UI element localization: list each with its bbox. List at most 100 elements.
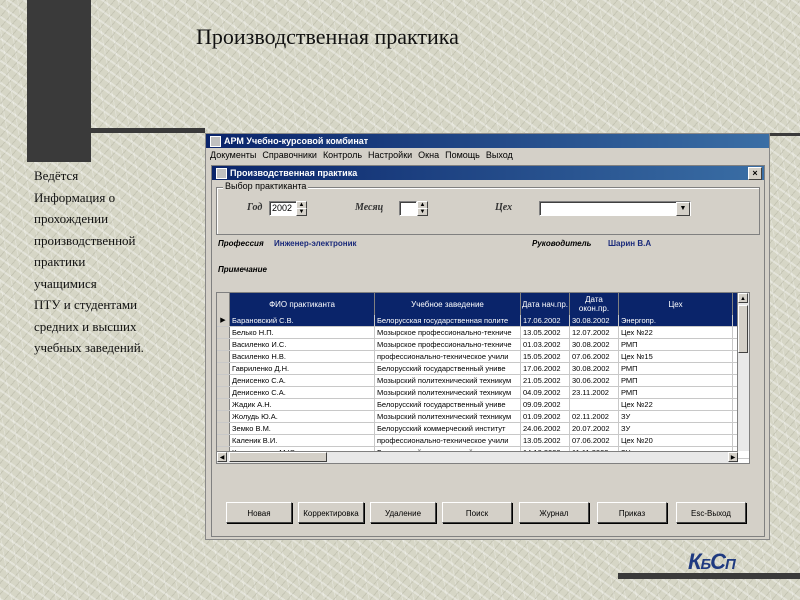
- side-line: Информация о: [34, 189, 116, 205]
- profession-value: Инженер-электроник: [274, 239, 357, 248]
- cell-end-date: 20.07.2002: [570, 423, 619, 434]
- cell-end-date: [570, 399, 619, 410]
- menu-control[interactable]: Контроль: [323, 150, 362, 160]
- group-label: Выбор практиканта: [223, 181, 309, 191]
- cell-name: Гавриленко Д.Н.: [230, 363, 375, 374]
- row-indicator[interactable]: [217, 327, 230, 338]
- delete-button[interactable]: Удаление: [370, 502, 436, 523]
- side-line: производственной: [34, 232, 136, 248]
- side-line: практики: [34, 254, 86, 269]
- table-row[interactable]: Василенко Н.В. профессионально-техническо…: [217, 351, 749, 363]
- menu-settings[interactable]: Настройки: [368, 150, 412, 160]
- table-row[interactable]: Василенко И.С. Мозырское профессионально-…: [217, 339, 749, 351]
- chevron-down-icon[interactable]: ▼: [676, 202, 690, 216]
- table-row[interactable]: Жолудь Ю.А. Мозырский политехнический тех…: [217, 411, 749, 423]
- slide-title: Производственная практика: [196, 24, 459, 49]
- cell-institution: Мозырский политехнический техникум: [375, 411, 521, 422]
- cell-end-date: 30.08.2002: [570, 315, 619, 326]
- dark-side-bar: [768, 133, 800, 136]
- side-line: Ведётся: [34, 168, 79, 183]
- cell-shop: РМП: [619, 363, 733, 374]
- side-description: Ведётся Информация о прохождении произво…: [34, 165, 184, 359]
- dark-vertical-bar: [27, 0, 91, 162]
- cell-name: Денисенко С.А.: [230, 375, 375, 386]
- menu-exit[interactable]: Выход: [486, 150, 513, 160]
- cell-shop: РМП: [619, 339, 733, 350]
- scroll-left-button[interactable]: ◀: [217, 452, 227, 462]
- row-indicator[interactable]: [217, 339, 230, 350]
- note-label: Примечание: [218, 265, 267, 274]
- cell-end-date: 30.06.2002: [570, 375, 619, 386]
- column-header-end-date[interactable]: Дата окон.пр.: [570, 293, 619, 315]
- cell-start-date: 01.09.2002: [521, 411, 570, 422]
- order-button[interactable]: Приказ: [597, 502, 667, 523]
- edit-button[interactable]: Корректировка: [298, 502, 364, 523]
- app-title: АРМ Учебно-курсовой комбинат: [224, 136, 369, 146]
- journal-button[interactable]: Журнал: [519, 502, 589, 523]
- new-button[interactable]: Новая: [226, 502, 292, 523]
- table-row[interactable]: Каленик В.И. профессионально-техническое …: [217, 435, 749, 447]
- row-indicator[interactable]: [217, 399, 230, 410]
- column-header-start-date[interactable]: Дата нач.пр.: [521, 293, 570, 315]
- menu-documents[interactable]: Документы: [210, 150, 256, 160]
- app-titlebar[interactable]: АРМ Учебно-курсовой комбинат: [206, 134, 769, 148]
- menu-help[interactable]: Помощь: [445, 150, 480, 160]
- scroll-right-button[interactable]: ▶: [728, 452, 738, 462]
- kbsp-logo: КБСП: [688, 549, 736, 574]
- row-indicator[interactable]: [217, 411, 230, 422]
- horizontal-scrollbar[interactable]: ◀ ▶: [217, 451, 738, 463]
- exit-button[interactable]: Esc-Выход: [676, 502, 746, 523]
- cell-institution: Белорусский коммерческий институт: [375, 423, 521, 434]
- cell-shop: Цех №20: [619, 435, 733, 446]
- shop-combobox[interactable]: [539, 201, 691, 216]
- table-body: ▶ Барановский С.В. Белорусская государстве…: [217, 315, 749, 459]
- month-field[interactable]: [399, 201, 417, 216]
- column-header-shop[interactable]: Цех: [619, 293, 733, 315]
- table-row[interactable]: ▶ Барановский С.В. Белорусская государстве…: [217, 315, 749, 327]
- trainee-selection-group: Выбор практиканта Год 2002 ▲ ▼ Месяц ▲ ▼…: [216, 181, 760, 235]
- cell-start-date: 04.09.2002: [521, 387, 570, 398]
- month-down-button[interactable]: ▼: [417, 208, 428, 216]
- vertical-scrollbar[interactable]: ▲: [737, 293, 749, 451]
- close-button[interactable]: ×: [748, 167, 762, 180]
- year-label: Год: [247, 202, 263, 213]
- table-row[interactable]: Белько Н.П. Мозырское профессионально-тех…: [217, 327, 749, 339]
- table-row[interactable]: Жадик А.Н. Белорусский государственный ун…: [217, 399, 749, 411]
- cell-shop: ЗУ: [619, 411, 733, 422]
- scroll-up-button[interactable]: ▲: [738, 293, 748, 303]
- table-row[interactable]: Земко В.М. Белорусский коммерческий инсти…: [217, 423, 749, 435]
- table-row[interactable]: Денисенко С.А. Мозырский политехнический …: [217, 387, 749, 399]
- menu-windows[interactable]: Окна: [418, 150, 439, 160]
- year-field[interactable]: 2002: [269, 201, 297, 216]
- app-icon: [210, 135, 221, 147]
- cell-name: Денисенко С.А.: [230, 387, 375, 398]
- cell-name: Каленик В.И.: [230, 435, 375, 446]
- cell-start-date: 01.03.2002: [521, 339, 570, 350]
- supervisor-value: Шарин В.А: [608, 239, 652, 248]
- year-down-button[interactable]: ▼: [296, 208, 307, 216]
- row-indicator[interactable]: ▶: [217, 315, 230, 326]
- column-header-name[interactable]: ФИО практиканта: [230, 293, 375, 315]
- row-indicator[interactable]: [217, 387, 230, 398]
- practice-titlebar[interactable]: Производственная практика ×: [212, 166, 764, 180]
- cell-name: Земко В.М.: [230, 423, 375, 434]
- table-row[interactable]: Денисенко С.А. Мозырский политехнический …: [217, 375, 749, 387]
- row-indicator[interactable]: [217, 375, 230, 386]
- row-indicator[interactable]: [217, 423, 230, 434]
- cell-start-date: 15.05.2002: [521, 351, 570, 362]
- row-indicator[interactable]: [217, 351, 230, 362]
- horizontal-scroll-thumb[interactable]: [229, 452, 327, 462]
- cell-institution: профессионально-техническое учили: [375, 435, 521, 446]
- row-indicator[interactable]: [217, 435, 230, 446]
- cell-start-date: 17.06.2002: [521, 315, 570, 326]
- cell-name: Жолудь Ю.А.: [230, 411, 375, 422]
- cell-end-date: 07.06.2002: [570, 435, 619, 446]
- search-button[interactable]: Поиск: [442, 502, 512, 523]
- row-indicator[interactable]: [217, 363, 230, 374]
- column-header-institution[interactable]: Учебное заведение: [375, 293, 521, 315]
- cell-institution: Мозырский политехнический техникум: [375, 387, 521, 398]
- menu-references[interactable]: Справочники: [262, 150, 317, 160]
- cell-name: Барановский С.В.: [230, 315, 375, 326]
- vertical-scroll-thumb[interactable]: [738, 305, 748, 353]
- table-row[interactable]: Гавриленко Д.Н. Белорусский государственн…: [217, 363, 749, 375]
